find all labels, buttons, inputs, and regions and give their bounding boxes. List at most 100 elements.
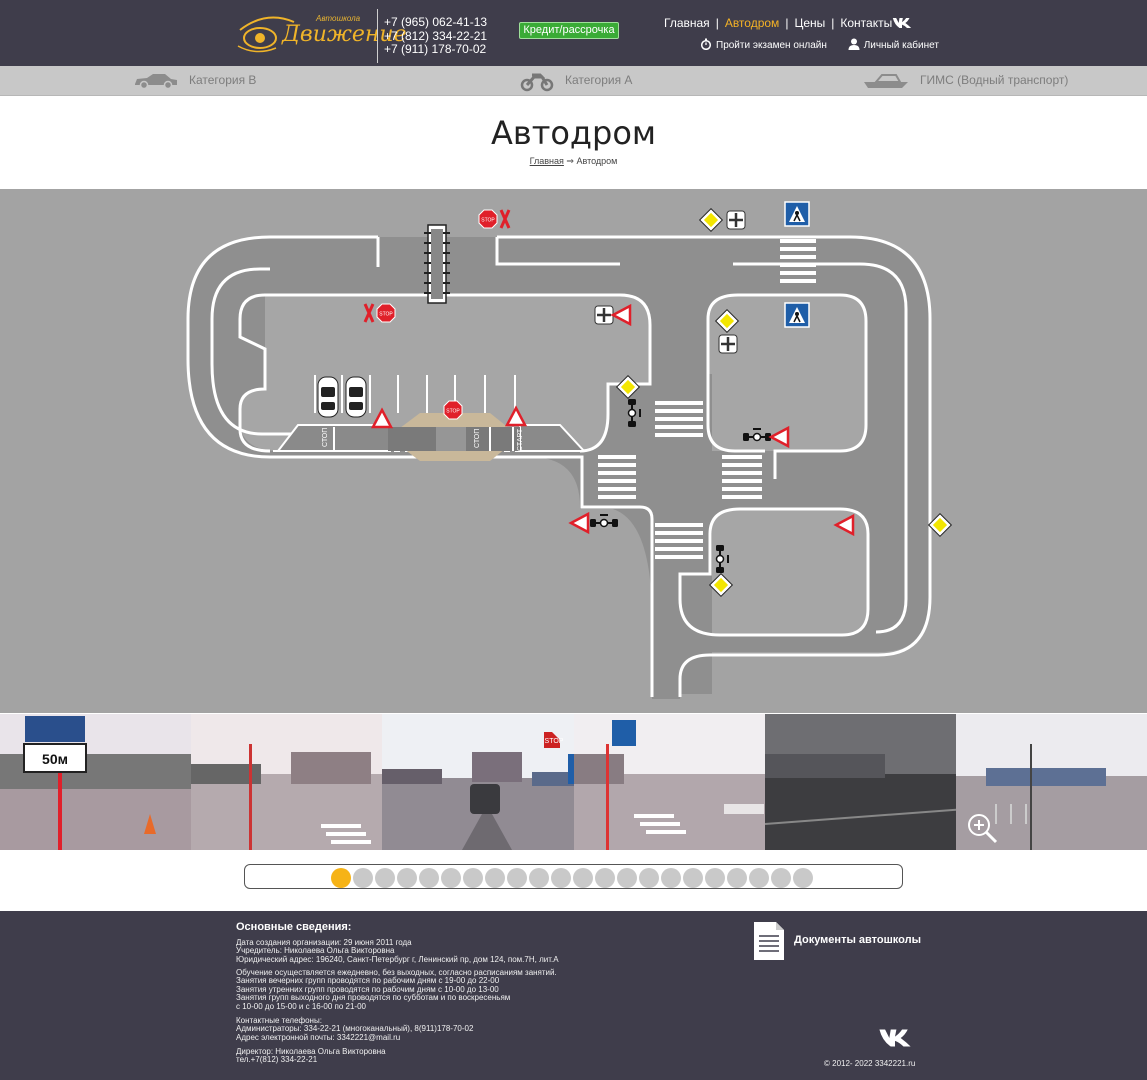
pager-dot[interactable] xyxy=(683,868,703,888)
breadcrumb-arrow: ⇒ xyxy=(566,156,574,166)
gallery-photo[interactable]: STOP xyxy=(382,714,574,850)
pager-dot[interactable] xyxy=(551,868,571,888)
railway-cross-icon xyxy=(499,208,511,230)
document-icon xyxy=(754,922,784,960)
stop-sign-icon xyxy=(443,400,463,420)
pager-dot[interactable] xyxy=(749,868,769,888)
parked-car-icon xyxy=(345,376,367,418)
nav-contacts[interactable]: Контакты xyxy=(840,16,892,30)
track-diagram: STOP xyxy=(186,201,952,699)
main-nav: Главная | Автодром | Цены | Контакты xyxy=(664,16,892,30)
phone-2[interactable]: +7 (812) 334-22-21 xyxy=(384,29,487,44)
photo-caption: STOP xyxy=(545,738,564,745)
site-header: Автошкола Движение +7 (965) 062-41-13 +7… xyxy=(0,0,1147,66)
nav-home[interactable]: Главная xyxy=(664,16,710,30)
priority-road-icon xyxy=(699,208,723,232)
pager-dot[interactable] xyxy=(529,868,549,888)
pager-dot[interactable] xyxy=(353,868,373,888)
map-label-stop-2: СТОП xyxy=(474,429,481,448)
documents-link[interactable]: Документы автошколы xyxy=(752,920,922,962)
nav-separator: | xyxy=(831,16,835,30)
phone-3[interactable]: +7 (911) 178-70-02 xyxy=(384,42,487,57)
nav-autodrome[interactable]: Автодром xyxy=(725,16,780,30)
traffic-light-icon xyxy=(589,514,619,528)
pager-dot[interactable] xyxy=(485,868,505,888)
gallery-photo[interactable] xyxy=(191,714,383,850)
gallery-pager xyxy=(244,864,903,889)
pager-dot[interactable] xyxy=(595,868,615,888)
map-label-stop-1: СТОП xyxy=(322,428,329,447)
phone-list: +7 (965) 062-41-13 +7 (812) 334-22-21 +7… xyxy=(384,15,487,57)
documents-label: Документы автошколы xyxy=(794,934,921,946)
pager-dot[interactable] xyxy=(617,868,637,888)
user-icon xyxy=(848,38,860,50)
breadcrumb: Главная ⇒ Автодром xyxy=(0,156,1147,167)
pager-dot[interactable] xyxy=(573,868,593,888)
footer-line: Адрес электронной почты: 3342221@mail.ru xyxy=(236,1032,401,1042)
category-b-link[interactable]: Категория B xyxy=(189,73,256,87)
cabinet-link[interactable]: Личный кабинет xyxy=(864,40,939,51)
logo[interactable]: Автошкола Движение xyxy=(236,6,407,58)
breadcrumb-current: Автодром xyxy=(576,156,618,166)
pager-dot[interactable] xyxy=(771,868,791,888)
parked-car-icon xyxy=(317,376,339,418)
header-divider xyxy=(377,9,378,63)
footer-org-info: Дата создания организации: 29 июня 2011 … xyxy=(236,938,559,964)
vk-footer-icon[interactable] xyxy=(878,1028,912,1048)
vk-icon[interactable] xyxy=(892,16,912,30)
intersection-sign-icon xyxy=(717,333,739,355)
pager-dot[interactable] xyxy=(375,868,395,888)
pager-dot[interactable] xyxy=(661,868,681,888)
footer-line: с 10-00 до 15-00 и с 16-00 по 21-00 xyxy=(236,1001,366,1011)
pager-dot[interactable] xyxy=(331,868,351,888)
category-a-link[interactable]: Категория A xyxy=(565,73,632,87)
footer-contacts: Контактные телефоны: Администраторы: 334… xyxy=(236,1016,473,1042)
intersection-sign-icon xyxy=(725,209,747,231)
pager-dot[interactable] xyxy=(639,868,659,888)
pager-dot[interactable] xyxy=(463,868,483,888)
motorcycle-icon xyxy=(520,73,554,92)
credit-button[interactable]: Кредит/рассрочка xyxy=(519,22,619,39)
photo-caption: 50м xyxy=(42,751,68,767)
category-gims-link[interactable]: ГИМС (Водный транспорт) xyxy=(920,73,1068,87)
stop-sign-icon xyxy=(478,209,498,229)
nav-separator: | xyxy=(715,16,719,30)
footer-line: Юридический адрес: 196240, Санкт-Петербу… xyxy=(236,954,559,964)
category-bar: Категория B Категория A ГИМС (Водный тра… xyxy=(0,66,1147,96)
pager-dot[interactable] xyxy=(441,868,461,888)
phone-1[interactable]: +7 (965) 062-41-13 xyxy=(384,15,487,30)
pedestrian-crossing-sign-icon xyxy=(784,302,810,328)
car-icon xyxy=(135,74,177,90)
intersection-sign-icon xyxy=(593,304,615,326)
pager-dot[interactable] xyxy=(793,868,813,888)
pedestrian-crossing-sign-icon xyxy=(784,201,810,227)
footer-line: тел.+7(812) 334-22-21 xyxy=(236,1055,318,1065)
header-sub-links: Пройти экзамен онлайн Личный кабинет xyxy=(700,38,939,51)
zoom-icon[interactable] xyxy=(965,811,999,845)
page-title: Автодром xyxy=(490,114,657,152)
boat-icon xyxy=(864,74,908,88)
copyright: © 2012- 2022 3342221.ru xyxy=(824,1059,916,1068)
footer-director: Директор: Николаева Ольга Викторовна тел… xyxy=(236,1047,386,1065)
pager-dot[interactable] xyxy=(727,868,747,888)
pager-dot[interactable] xyxy=(705,868,725,888)
gallery-photo[interactable]: 50м xyxy=(0,714,192,850)
pager-dot[interactable] xyxy=(507,868,527,888)
nav-prices[interactable]: Цены xyxy=(794,16,825,30)
stop-sign-icon xyxy=(376,303,396,323)
breadcrumb-home[interactable]: Главная xyxy=(530,156,564,166)
stopwatch-icon xyxy=(700,38,712,50)
priority-road-icon xyxy=(928,513,952,537)
gallery-photo[interactable] xyxy=(573,714,765,850)
gallery-photo[interactable] xyxy=(764,714,956,850)
autodrome-map: STOP xyxy=(0,189,1147,713)
exam-online-link[interactable]: Пройти экзамен онлайн xyxy=(716,40,827,51)
yield-sign-icon xyxy=(569,512,590,534)
nav-separator: | xyxy=(785,16,789,30)
footer-title: Основные сведения: xyxy=(236,921,352,933)
map-label-start: СТАРТ xyxy=(517,428,524,451)
site-footer: Основные сведения: Дата создания организ… xyxy=(0,911,1147,1080)
pager-dot[interactable] xyxy=(419,868,439,888)
pager-dot[interactable] xyxy=(397,868,417,888)
footer-schedule: Обучение осуществляется ежедневно, без в… xyxy=(236,968,557,1011)
